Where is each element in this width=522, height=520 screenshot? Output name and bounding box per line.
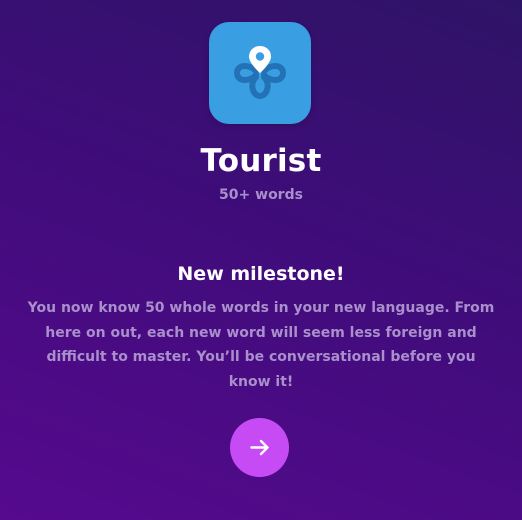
arrow-right-icon xyxy=(250,439,269,456)
level-badge xyxy=(209,22,311,124)
level-title: Tourist xyxy=(200,143,322,179)
milestone-screen: Tourist 50+ words New milestone! You now… xyxy=(0,0,522,520)
milestone-message: You now know 50 whole words in your new … xyxy=(27,300,495,390)
milestone-heading: New milestone! xyxy=(177,263,345,285)
location-pin-loop-icon xyxy=(233,46,287,100)
next-button[interactable] xyxy=(230,418,289,477)
level-subtitle: 50+ words xyxy=(219,187,303,203)
